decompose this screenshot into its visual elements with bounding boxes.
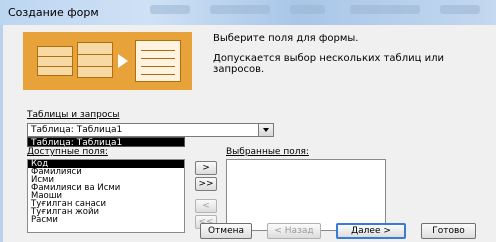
table-graphic-line [37, 66, 73, 67]
add-all-fields-button[interactable]: >> [195, 177, 217, 191]
available-fields-list[interactable]: Код Фамилияси Исми Фамилияси ва Исми Мао… [27, 159, 185, 233]
blurred-titlebar-area [150, 5, 190, 14]
tables-combobox[interactable]: Таблица: Таблица1 [27, 123, 274, 137]
cancel-button[interactable]: Отмена [200, 223, 252, 239]
title-bar: Создание форм [0, 0, 496, 25]
form-wizard-dialog: Выберите поля для формы. Допускается выб… [0, 25, 496, 242]
available-fields-label: Доступные поля: [27, 147, 108, 157]
back-button[interactable]: < Назад [267, 223, 321, 239]
add-field-button[interactable]: > [195, 161, 217, 175]
form-graphic [135, 40, 181, 82]
finish-button[interactable]: Готово [421, 223, 476, 239]
intro-text-secondary: Допускается выбор нескольких таблиц или … [213, 53, 444, 75]
selected-fields-label: Выбранные поля: [226, 147, 309, 157]
blurred-titlebar-area [290, 5, 325, 14]
wizard-illustration [23, 32, 192, 90]
table-graphic-line [37, 56, 73, 57]
remove-field-button[interactable]: < [195, 199, 217, 213]
table-graphic-line [77, 66, 113, 67]
arrow-icon [118, 54, 128, 68]
blurred-titlebar-area [440, 5, 480, 14]
form-graphic-line [141, 58, 175, 59]
selected-fields-list[interactable] [226, 159, 386, 231]
blurred-titlebar-area [350, 5, 420, 14]
blurred-titlebar-area [210, 5, 270, 14]
next-button[interactable]: Далее > [336, 223, 406, 239]
form-graphic-line [141, 74, 175, 75]
tables-label: Таблицы и запросы [27, 110, 120, 120]
table-graphic [77, 42, 113, 78]
intro-text-primary: Выберите поля для формы. [213, 33, 359, 44]
table-graphic-line [77, 54, 113, 55]
chevron-down-icon[interactable] [258, 124, 273, 136]
form-graphic-line [141, 50, 175, 51]
form-graphic-line [141, 66, 175, 67]
table-graphic [37, 46, 73, 76]
tables-combobox-value: Таблица: Таблица1 [31, 125, 123, 135]
window-title: Создание форм [8, 6, 99, 19]
list-item[interactable]: Расми [28, 216, 184, 225]
tables-dropdown-option[interactable]: Таблица: Таблица1 [27, 137, 185, 148]
